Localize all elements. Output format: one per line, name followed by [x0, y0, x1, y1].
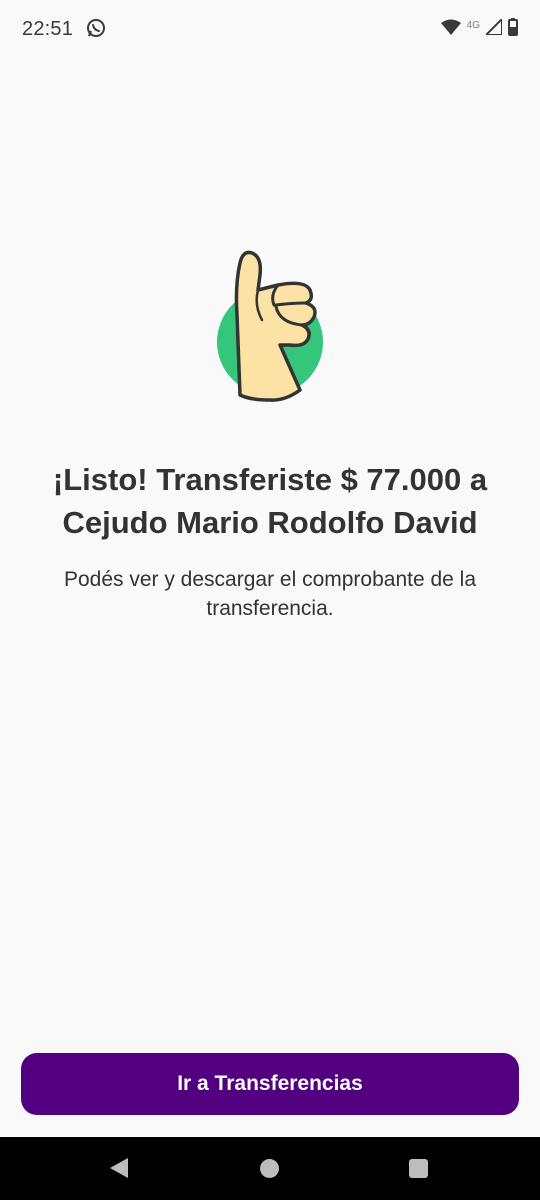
go-to-transfers-button[interactable]: Ir a Transferencias — [21, 1053, 519, 1115]
whatsapp-icon — [86, 18, 106, 38]
recents-icon[interactable] — [409, 1159, 428, 1178]
status-time: 22:51 — [22, 18, 74, 40]
status-icons: 4G — [440, 16, 518, 41]
signal-icon — [483, 16, 503, 40]
status-bar: 22:51 4G — [0, 0, 540, 58]
confirmation-title: ¡Listo! Transferiste $ 77.000 a Cejudo M… — [20, 458, 520, 544]
home-icon[interactable] — [260, 1159, 279, 1178]
confirmation-subtitle-line1: Podés ver y descargar el comprobante de … — [63, 568, 477, 591]
confirmation-title-line2: Cejudo Mario Rodolfo David — [62, 505, 478, 540]
confirmation-title-line1: ¡Listo! Transferiste $ 77.000 a — [52, 462, 488, 497]
back-icon[interactable] — [110, 1158, 128, 1178]
navigation-bar — [0, 1137, 540, 1200]
confirmation-subtitle: Podés ver y descargar el comprobante de … — [30, 565, 510, 623]
confirmation-subtitle-line2: transferencia. — [206, 597, 334, 620]
wifi-icon — [440, 19, 461, 40]
battery-icon — [508, 17, 518, 41]
network-type-label: 4G — [466, 19, 480, 31]
thumbs-up-icon — [210, 245, 330, 405]
